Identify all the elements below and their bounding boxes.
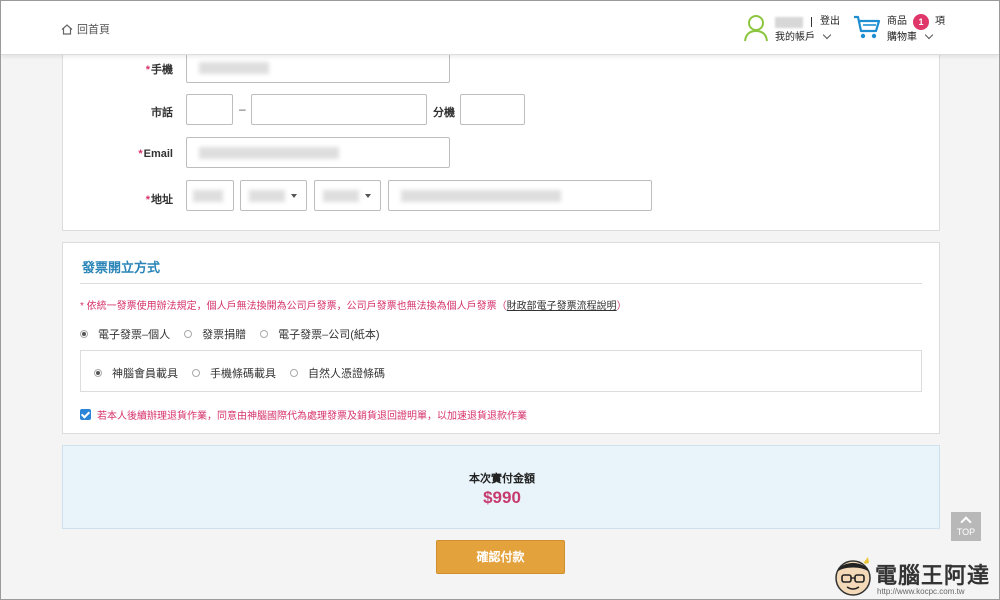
phone-dash: – xyxy=(239,102,246,116)
radio-button[interactable] xyxy=(192,369,200,377)
cart-sub-label: 購物車 xyxy=(887,32,917,43)
payment-summary: 本次實付金額 $990 xyxy=(62,445,940,529)
watermark-text: 電腦王阿達 xyxy=(875,563,991,588)
cart-area[interactable]: 商品 1 項 購物車 xyxy=(853,14,945,46)
contact-panel: *手機 市話 – 分機 *Email *地址 xyxy=(62,41,940,231)
phone-label: 市話 xyxy=(151,107,173,119)
cart-icon xyxy=(854,15,881,39)
cart-count-badge: 1 xyxy=(913,14,929,30)
phone-ext-input[interactable] xyxy=(460,94,525,125)
street-input[interactable] xyxy=(388,180,652,211)
account-menu[interactable]: 我的帳戶 xyxy=(775,30,840,46)
invoice-type-company[interactable]: 電子發票–公司(紙本) xyxy=(260,326,380,342)
carrier-group: 神腦會員載具 手機條碼載具 自然人憑證條碼 xyxy=(94,365,399,381)
mof-invoice-link[interactable]: 財政部電子發票流程說明 xyxy=(507,301,617,312)
confirm-payment-button[interactable]: 確認付款 xyxy=(436,540,565,574)
chevron-down-icon xyxy=(822,30,832,40)
invoice-panel: 發票開立方式 * 依統一發票使用辦法規定，個人戶無法換開為公司戶發票，公司戶發票… xyxy=(62,242,940,434)
zip-input[interactable] xyxy=(186,180,234,211)
invoice-notice: * 依統一發票使用辦法規定，個人戶無法換開為公司戶發票，公司戶發票也無法換為個人… xyxy=(80,301,627,312)
radio-button[interactable] xyxy=(260,330,269,338)
email-label: *Email xyxy=(138,148,173,160)
address-label: *地址 xyxy=(145,194,173,206)
phone-area-input[interactable] xyxy=(186,94,233,125)
mobile-input[interactable] xyxy=(186,52,450,83)
page-frame: 回首頁 登出 我的帳戶 商品 1 項 購物車 *手機 市話 – 分機 *Emai… xyxy=(0,0,1000,600)
redacted-value xyxy=(401,190,561,202)
cart-unit: 項 xyxy=(935,16,945,27)
invoice-section-title: 發票開立方式 xyxy=(82,260,161,275)
payment-label: 本次實付金額 xyxy=(469,473,535,485)
invoice-type-personal[interactable]: 電子發票–個人 xyxy=(80,326,170,342)
carrier-mobile-barcode[interactable]: 手機條碼載具 xyxy=(192,365,276,381)
home-icon xyxy=(61,23,73,35)
city-select[interactable] xyxy=(240,180,307,211)
dropdown-arrow-icon xyxy=(365,194,371,198)
home-link[interactable]: 回首頁 xyxy=(61,21,110,37)
top-label: TOP xyxy=(956,527,976,537)
email-input[interactable] xyxy=(186,137,450,168)
phone-number-input[interactable] xyxy=(251,94,427,125)
username-redacted xyxy=(775,16,803,28)
chevron-up-icon xyxy=(960,516,972,528)
invoice-type-group: 電子發票–個人 發票捐贈 電子發票–公司(紙本) xyxy=(80,326,394,342)
account-area: 登出 我的帳戶 xyxy=(743,14,840,46)
radio-button[interactable] xyxy=(290,369,298,377)
user-icon[interactable] xyxy=(743,14,769,42)
account-label: 我的帳戶 xyxy=(775,32,815,43)
agreement-text: 若本人後續辦理退貨作業，同意由神腦國際代為處理發票及銷貨退回證明單，以加速退貨退… xyxy=(97,411,527,422)
carrier-box: 神腦會員載具 手機條碼載具 自然人憑證條碼 xyxy=(80,350,922,392)
ext-label: 分機 xyxy=(433,107,455,119)
back-to-top-button[interactable]: TOP xyxy=(951,512,981,541)
dropdown-arrow-icon xyxy=(291,194,297,198)
invoice-type-donation[interactable]: 發票捐贈 xyxy=(184,326,246,342)
mascot-logo xyxy=(835,557,871,596)
redacted-value xyxy=(323,190,359,202)
radio-button[interactable] xyxy=(184,330,193,338)
carrier-citizen-cert[interactable]: 自然人憑證條碼 xyxy=(290,365,385,381)
redacted-value xyxy=(193,190,223,202)
redacted-value xyxy=(249,190,285,202)
radio-button[interactable] xyxy=(80,330,88,338)
payment-amount: $990 xyxy=(483,488,521,507)
return-agreement[interactable]: 若本人後續辦理退貨作業，同意由神腦國際代為處理發票及銷貨退回證明單，以加速退貨退… xyxy=(80,407,527,422)
home-label: 回首頁 xyxy=(77,24,110,36)
chevron-down-icon xyxy=(924,30,934,40)
radio-button[interactable] xyxy=(94,369,102,377)
site-header: 回首頁 登出 我的帳戶 商品 1 項 購物車 xyxy=(1,1,999,55)
divider xyxy=(811,17,812,27)
divider xyxy=(80,283,922,284)
watermark-url: http://www.kocpc.com.tw xyxy=(877,587,965,596)
district-select[interactable] xyxy=(314,180,381,211)
agreement-checkbox[interactable] xyxy=(80,409,91,420)
mobile-label: *手機 xyxy=(145,64,173,76)
watermark: 電腦王阿達 http://www.kocpc.com.tw xyxy=(831,554,999,599)
logout-link[interactable]: 登出 xyxy=(820,14,840,30)
redacted-value xyxy=(199,62,269,74)
cart-label: 商品 xyxy=(887,16,907,27)
carrier-member[interactable]: 神腦會員載具 xyxy=(94,365,178,381)
redacted-value xyxy=(199,147,339,159)
